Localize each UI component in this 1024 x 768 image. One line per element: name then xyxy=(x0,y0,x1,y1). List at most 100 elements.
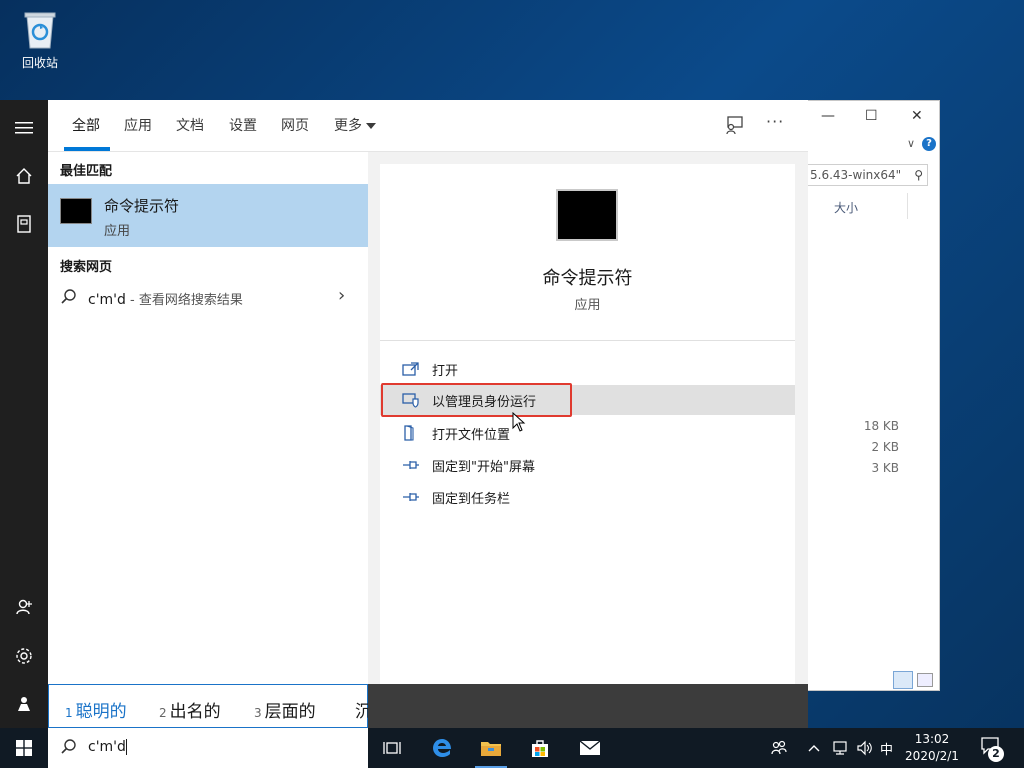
pin-icon xyxy=(403,461,419,469)
recycle-bin-icon xyxy=(22,8,58,50)
people-icon[interactable] xyxy=(770,728,788,768)
file-size: 3 KB xyxy=(871,461,899,475)
chevron-down-icon[interactable]: ∨ xyxy=(907,137,915,150)
feedback-person-icon[interactable] xyxy=(0,684,48,724)
search-panel-footer xyxy=(368,684,808,728)
ime-candidate-number: 3 xyxy=(254,706,262,720)
windows-start-icon[interactable] xyxy=(4,728,44,768)
column-header-size[interactable]: 大小 xyxy=(834,199,858,216)
column-divider xyxy=(907,193,908,219)
best-match-heading: 最佳匹配 xyxy=(60,164,113,179)
text-caret xyxy=(125,739,127,755)
taskbar-search-value: c'm'd xyxy=(88,739,126,755)
web-search-text: c'm'd - 查看网络搜索结果 xyxy=(88,289,243,308)
mouse-cursor-icon xyxy=(512,412,526,432)
search-icon xyxy=(61,289,76,304)
ime-candidate-number: 1 xyxy=(65,706,73,720)
search-icon: ⚲ xyxy=(914,168,923,182)
notebook-icon[interactable] xyxy=(0,204,48,244)
tab-documents[interactable]: 文档 xyxy=(176,115,204,135)
ime-candidate-number: 2 xyxy=(159,706,167,720)
chevron-down-icon xyxy=(366,123,376,129)
notification-count-badge: 2 xyxy=(988,746,1004,762)
explorer-titlebar: — ☐ ✕ xyxy=(807,101,939,131)
search-icon xyxy=(61,739,76,754)
ime-candidate[interactable]: 3 层面的 xyxy=(254,697,316,722)
preview-subtitle: 应用 xyxy=(574,298,601,313)
help-icon[interactable]: ? xyxy=(922,137,936,151)
file-explorer-icon[interactable] xyxy=(471,728,511,768)
preview-divider xyxy=(380,340,795,341)
best-match-name: 命令提示符 xyxy=(104,197,180,215)
file-size: 18 KB xyxy=(863,419,899,433)
add-user-icon[interactable] xyxy=(0,587,48,627)
clock-date: 2020/2/1 xyxy=(905,749,959,763)
ime-candidate[interactable]: 1 聪明的 xyxy=(65,697,127,722)
ime-candidate-text: 层面的 xyxy=(264,702,316,722)
tab-settings[interactable]: 设置 xyxy=(229,115,257,135)
web-search-query: c'm'd xyxy=(88,292,126,308)
active-tab-indicator xyxy=(64,147,110,151)
ime-candidate[interactable]: 2 出名的 xyxy=(159,697,221,722)
task-view-icon[interactable] xyxy=(372,728,412,768)
large-icons-view-icon[interactable] xyxy=(917,673,933,687)
details-view-icon[interactable] xyxy=(893,671,913,689)
home-icon[interactable] xyxy=(0,156,48,196)
best-match-item[interactable]: 命令提示符 应用 xyxy=(48,184,368,247)
file-size: 2 KB xyxy=(871,440,899,454)
command-prompt-icon xyxy=(60,198,92,224)
file-explorer-window[interactable]: — ☐ ✕ ∨ ? 5.6.43-winx64" ⚲ 大小 18 KB 2 KB… xyxy=(806,100,940,691)
network-icon[interactable] xyxy=(832,728,850,768)
mail-icon[interactable] xyxy=(570,728,610,768)
command-prompt-large-icon xyxy=(556,189,618,241)
action-pin-to-taskbar[interactable]: 固定到任务栏 xyxy=(380,482,795,512)
tab-more[interactable]: 更多 xyxy=(334,115,376,135)
action-label: 固定到"开始"屏幕 xyxy=(432,460,535,475)
web-search-heading: 搜索网页 xyxy=(60,260,113,275)
search-tabs: 全部 应用 文档 设置 网页 更多 ··· xyxy=(48,100,808,152)
tab-web[interactable]: 网页 xyxy=(281,115,309,135)
more-options-icon[interactable]: ··· xyxy=(766,112,784,131)
action-open[interactable]: 打开 xyxy=(380,354,795,384)
action-label: 固定到任务栏 xyxy=(432,492,511,507)
chevron-up-icon[interactable] xyxy=(808,728,820,768)
preview-pane: 命令提示符 应用 打开 以管理员身份运行 打开文件位置 固定到"开始"屏幕 固定… xyxy=(380,164,795,684)
hamburger-menu-icon[interactable] xyxy=(0,108,48,148)
tab-more-label: 更多 xyxy=(334,118,362,134)
file-location-icon xyxy=(404,425,414,441)
store-icon[interactable] xyxy=(520,728,560,768)
explorer-search-text: 5.6.43-winx64" xyxy=(810,168,902,182)
gear-icon[interactable] xyxy=(0,636,48,676)
tab-all[interactable]: 全部 xyxy=(72,115,100,135)
tab-apps[interactable]: 应用 xyxy=(124,115,152,135)
explorer-search-input[interactable]: 5.6.43-winx64" ⚲ xyxy=(807,164,928,186)
maximize-icon[interactable]: ☐ xyxy=(865,108,878,124)
web-search-hint: - 查看网络搜索结果 xyxy=(125,293,243,308)
ime-candidate-bar: 1 聪明的 2 出名的 3 层面的 沉 xyxy=(48,684,372,728)
taskbar: c'm'd 中 13:02 2020/2/1 xyxy=(0,728,1024,768)
chevron-right-icon[interactable]: › xyxy=(338,285,345,306)
minimize-icon[interactable]: — xyxy=(821,108,835,124)
taskbar-search-box[interactable]: c'm'd xyxy=(48,728,368,768)
clock-time: 13:02 xyxy=(914,732,950,746)
close-icon[interactable]: ✕ xyxy=(911,108,923,124)
ime-mode-indicator[interactable]: 中 xyxy=(880,728,893,768)
web-search-result[interactable]: c'm'd - 查看网络搜索结果 › xyxy=(48,284,368,312)
system-clock[interactable]: 13:02 2020/2/1 xyxy=(904,731,960,765)
results-list: 最佳匹配 命令提示符 应用 搜索网页 c'm'd - 查看网络搜索结果 › xyxy=(48,152,368,684)
ime-candidate-text: 出名的 xyxy=(169,702,221,722)
open-icon xyxy=(402,362,419,376)
pin-icon xyxy=(403,493,419,501)
ime-candidate-text: 聪明的 xyxy=(75,702,127,722)
feedback-icon[interactable] xyxy=(724,115,746,137)
start-left-rail xyxy=(0,100,48,728)
recycle-bin-label: 回收站 xyxy=(21,56,58,70)
action-label: 打开 xyxy=(432,364,459,379)
recycle-bin[interactable]: 回收站 xyxy=(12,8,68,71)
action-open-file-location[interactable]: 打开文件位置 xyxy=(380,418,795,448)
action-pin-to-start[interactable]: 固定到"开始"屏幕 xyxy=(380,450,795,480)
preview-title: 命令提示符 xyxy=(542,268,633,289)
volume-icon[interactable] xyxy=(856,728,874,768)
edge-browser-icon[interactable] xyxy=(422,728,462,768)
best-match-type: 应用 xyxy=(104,224,131,239)
